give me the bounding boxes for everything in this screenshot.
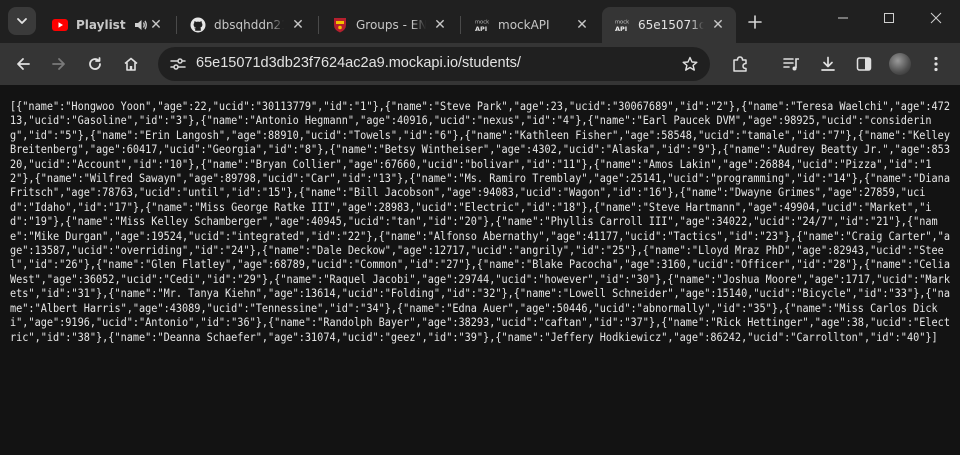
- tab-students-active[interactable]: mockAPI 65e15071d3 ✕: [602, 7, 736, 43]
- reload-button[interactable]: [81, 50, 109, 78]
- tab-separator: [460, 16, 461, 34]
- download-icon: [821, 56, 835, 71]
- close-icon[interactable]: ✕: [290, 17, 306, 33]
- close-icon[interactable]: ✕: [574, 17, 590, 33]
- url-text[interactable]: 65e15071d3db23f7624ac2a9.mockapi.io/stud…: [196, 55, 521, 71]
- tab-playlist[interactable]: Playlist ✕: [40, 7, 174, 43]
- tab-title: Playlist: [76, 18, 126, 32]
- tab-mockapi[interactable]: mock API mockAPI ✕: [462, 7, 600, 43]
- close-window-icon: [930, 12, 942, 24]
- minimize-button[interactable]: [820, 0, 866, 36]
- page-content: [{"name":"Hongwoo Yoon","age":22,"ucid":…: [0, 85, 960, 455]
- forward-button[interactable]: [45, 50, 73, 78]
- tab-strip: Playlist ✕ dbsqhddn21 ✕ Groups - EN ✕ mo…: [0, 0, 960, 43]
- tab-title: Groups - EN: [356, 18, 426, 32]
- tab-separator: [318, 16, 319, 34]
- tab-groups[interactable]: Groups - EN ✕: [320, 7, 458, 43]
- side-panel-button[interactable]: [850, 50, 878, 78]
- maximize-button[interactable]: [866, 0, 912, 36]
- maximize-icon: [884, 13, 894, 23]
- close-icon[interactable]: ✕: [432, 17, 448, 33]
- browser-toolbar: 65e15071d3db23f7624ac2a9.mockapi.io/stud…: [0, 43, 960, 85]
- arrow-right-icon: [52, 58, 65, 70]
- bookmark-star-icon[interactable]: [678, 52, 702, 76]
- svg-text:API: API: [475, 25, 487, 33]
- chevron-down-icon: [17, 18, 27, 24]
- plus-icon: [748, 15, 762, 29]
- close-icon[interactable]: ✕: [710, 17, 726, 33]
- svg-text:API: API: [615, 25, 627, 33]
- profile-avatar[interactable]: [889, 53, 911, 75]
- back-button[interactable]: [9, 50, 37, 78]
- tab-title: mockAPI: [498, 18, 550, 32]
- close-window-button[interactable]: [912, 0, 960, 36]
- site-info-icon[interactable]: [166, 52, 190, 76]
- new-tab-button[interactable]: [742, 9, 768, 35]
- media-controls-button[interactable]: [778, 50, 806, 78]
- address-bar[interactable]: 65e15071d3db23f7624ac2a9.mockapi.io/stud…: [158, 47, 710, 81]
- github-icon: [190, 17, 206, 33]
- tab-search-button[interactable]: [8, 7, 36, 35]
- side-panel-icon: [856, 57, 872, 71]
- tab-separator: [176, 16, 177, 34]
- tab-github[interactable]: dbsqhddn21 ✕: [178, 7, 316, 43]
- reload-icon: [89, 57, 101, 70]
- extensions-button[interactable]: [726, 50, 754, 78]
- speaker-icon[interactable]: [134, 17, 148, 33]
- menu-button[interactable]: [922, 50, 950, 78]
- youtube-icon: [52, 17, 68, 33]
- tab-title: dbsqhddn21: [214, 18, 284, 32]
- shield-crest-icon: [332, 17, 348, 33]
- puzzle-icon: [733, 56, 747, 72]
- queue-music-icon: [783, 58, 799, 71]
- mockapi-icon: mock API: [474, 17, 490, 34]
- tab-title: 65e15071d3: [638, 18, 704, 32]
- home-icon: [124, 57, 138, 71]
- json-response-text: [{"name":"Hongwoo Yoon","age":22,"ucid":…: [10, 99, 957, 344]
- home-button[interactable]: [117, 50, 145, 78]
- downloads-button[interactable]: [814, 50, 842, 78]
- arrow-left-icon: [17, 58, 30, 70]
- minimize-icon: [838, 17, 848, 19]
- kebab-menu-icon: [934, 56, 938, 72]
- mockapi-icon: mock API: [614, 17, 630, 34]
- close-icon[interactable]: ✕: [148, 17, 164, 33]
